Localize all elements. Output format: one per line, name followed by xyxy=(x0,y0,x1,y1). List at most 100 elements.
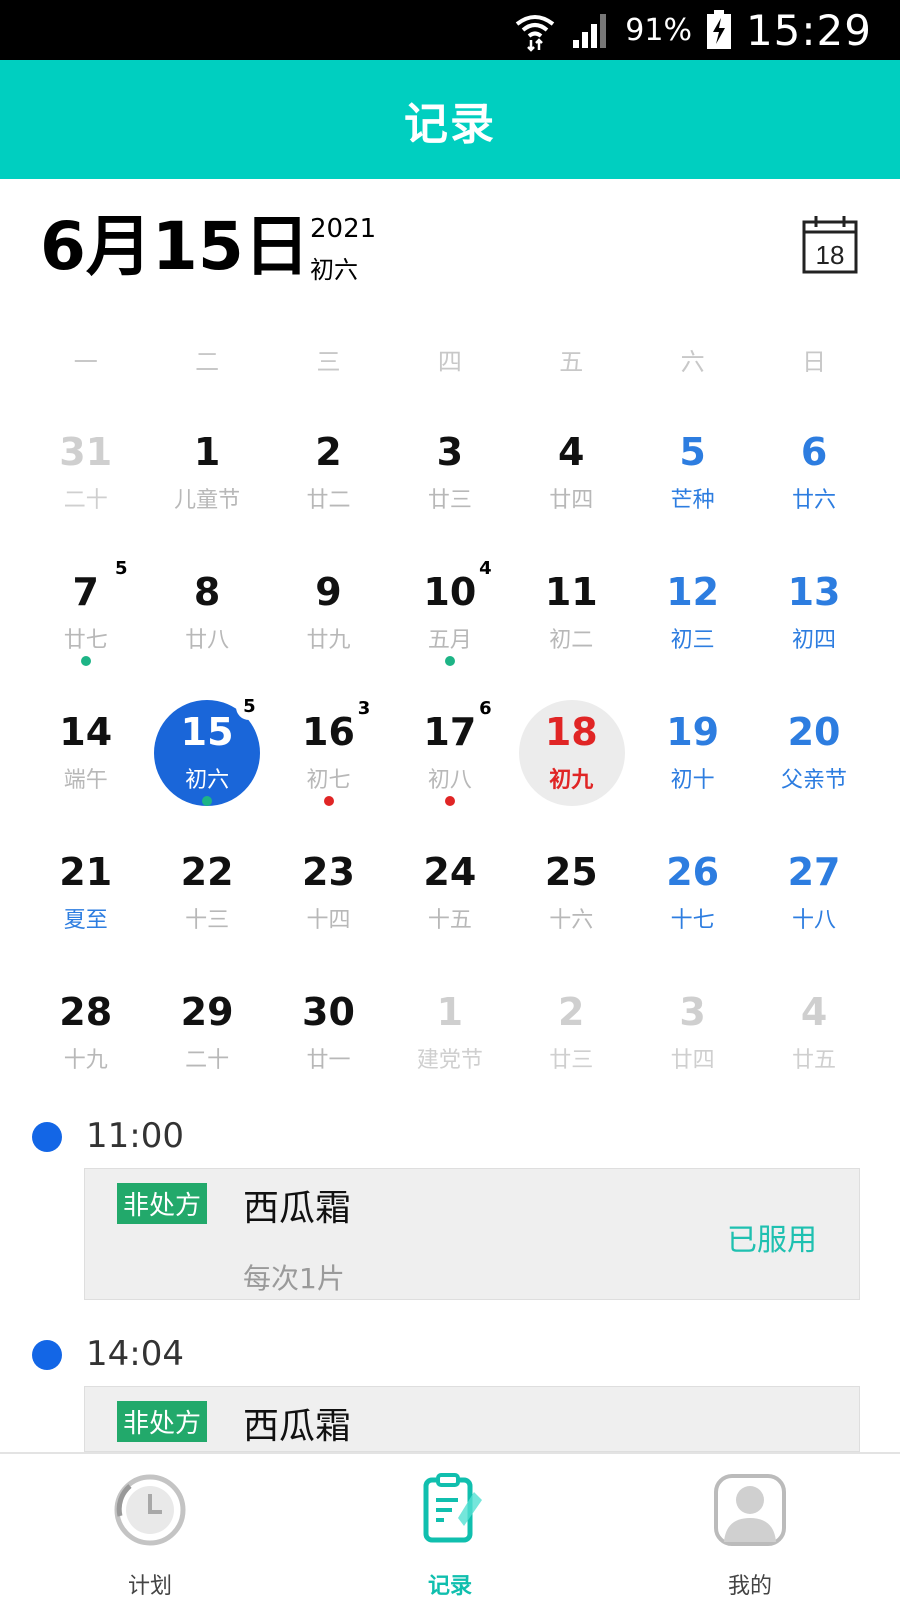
day-number: 26 xyxy=(666,850,720,894)
lunar-date: 初四 xyxy=(792,628,837,653)
nav-profile[interactable]: 我的 xyxy=(600,1454,900,1600)
calendar-day[interactable]: 8 廿八 xyxy=(146,560,267,700)
lunar-date: 十三 xyxy=(185,908,230,933)
calendar-day[interactable]: 29 二十 xyxy=(146,980,267,1120)
lunar-date: 初三 xyxy=(670,628,715,653)
calendar-day[interactable]: 27 十八 xyxy=(753,840,874,980)
day-number: 25 xyxy=(544,850,598,894)
calendar-day[interactable]: 1 建党节 xyxy=(389,980,510,1120)
dose-count-badge: 6 xyxy=(479,698,492,719)
calendar-day[interactable]: 22 十三 xyxy=(146,840,267,980)
calendar-day[interactable]: 24 十五 xyxy=(389,840,510,980)
medication-name: 西瓜霜 xyxy=(243,1188,352,1229)
calendar-day[interactable]: 10 五月 4 xyxy=(389,558,510,700)
day-number: 28 xyxy=(59,990,113,1034)
lunar-date: 初十 xyxy=(670,768,715,793)
dose-count-badge: 5 xyxy=(115,558,128,579)
calendar-day[interactable]: 20 父亲节 xyxy=(753,700,874,840)
calendar-day[interactable]: 5 芒种 xyxy=(632,420,753,560)
calendar-day[interactable]: 23 十四 xyxy=(268,840,389,980)
day-number: 20 xyxy=(787,710,841,754)
calendar-day[interactable]: 14 端午 xyxy=(25,700,146,840)
calendar-day[interactable]: 4 廿五 xyxy=(753,980,874,1120)
calendar-day[interactable]: 31 二十 xyxy=(25,420,146,560)
calendar-day[interactable]: 3 廿四 xyxy=(632,980,753,1120)
lunar-date: 廿四 xyxy=(670,1048,715,1073)
taken-status[interactable]: 已服用 xyxy=(727,1215,817,1259)
calendar-day[interactable]: 13 初四 xyxy=(753,560,874,700)
calendar-day[interactable]: 4 廿四 xyxy=(511,420,632,560)
dose-count-badge: 4 xyxy=(479,558,492,579)
day-number: 14 xyxy=(59,710,113,754)
day-number: 4 xyxy=(800,990,828,1034)
lunar-date: 十九 xyxy=(63,1048,108,1073)
calendar-day[interactable]: 28 十九 xyxy=(25,980,146,1120)
calendar-day[interactable]: 17 初八 6 xyxy=(389,698,510,840)
calendar-day[interactable]: 7 廿七 5 xyxy=(25,558,146,700)
day-number: 29 xyxy=(180,990,234,1034)
lunar-date: 夏至 xyxy=(63,908,108,933)
lunar-date: 十五 xyxy=(427,908,472,933)
day-number: 1 xyxy=(436,990,464,1034)
calendar-day[interactable]: 1 儿童节 xyxy=(146,420,267,560)
day-number: 1 xyxy=(193,430,221,474)
lunar-date: 端午 xyxy=(63,768,108,793)
calendar-day[interactable]: 9 廿九 xyxy=(268,560,389,700)
calendar-day[interactable]: 16 初七 3 xyxy=(268,698,389,840)
day-number: 19 xyxy=(666,710,720,754)
calendar-day[interactable]: 3 廿三 xyxy=(389,420,510,560)
day-number: 30 xyxy=(302,990,355,1034)
calendar-day[interactable]: 19 初十 xyxy=(632,700,753,840)
weekday-label: 四 xyxy=(437,348,462,376)
calendar-day[interactable]: 25 十六 xyxy=(511,840,632,980)
day-number: 6 xyxy=(800,430,828,474)
lunar-date: 初六 xyxy=(185,768,230,793)
lunar-date: 廿二 xyxy=(306,488,351,513)
day-number: 5 xyxy=(679,430,706,474)
bottom-nav: 计划 记录 我的 xyxy=(0,1452,900,1600)
medication-card[interactable]: 非处方 西瓜霜 xyxy=(84,1386,860,1452)
medication-dose: 每次1片 xyxy=(243,1262,345,1295)
lunar-date: 廿八 xyxy=(185,628,230,653)
lunar-date: 廿五 xyxy=(792,1048,837,1073)
calendar-week: 21 夏至 22 十三 23 十四 24 十五 25 十六 26 十七 27 十八 xyxy=(25,840,875,980)
lunar-date: 十八 xyxy=(792,908,837,933)
nav-records[interactable]: 记录 xyxy=(300,1454,600,1600)
otc-tag: 非处方 xyxy=(117,1401,208,1442)
calendar-day[interactable]: 2 廿二 xyxy=(268,420,389,560)
user-icon xyxy=(714,1474,786,1546)
calendar-day[interactable]: 18 初九 xyxy=(511,700,632,840)
svg-text:18: 18 xyxy=(816,240,845,270)
lunar-date: 廿九 xyxy=(306,628,351,653)
day-number: 12 xyxy=(666,570,720,614)
record-time: 14:04 xyxy=(86,1334,184,1374)
lunar-date: 初二 xyxy=(549,628,594,653)
selected-year: 2021 xyxy=(310,214,377,244)
nav-profile-label: 我的 xyxy=(727,1574,772,1599)
calendar-day[interactable]: 21 夏至 xyxy=(25,840,146,980)
lunar-date: 廿四 xyxy=(549,488,594,513)
lunar-date: 芒种 xyxy=(670,488,715,513)
calendar-day[interactable]: 6 廿六 xyxy=(753,420,874,560)
calendar-today-icon[interactable]: 18 xyxy=(800,214,860,276)
nav-plan[interactable]: 计划 xyxy=(0,1454,300,1600)
calendar-day[interactable]: 12 初三 xyxy=(632,560,753,700)
day-number: 22 xyxy=(180,850,234,894)
calendar-day[interactable]: 11 初二 xyxy=(511,560,632,700)
wifi-icon xyxy=(516,15,555,52)
day-number: 24 xyxy=(423,850,477,894)
lunar-date: 五月 xyxy=(427,628,472,653)
day-number: 13 xyxy=(787,570,841,614)
day-number: 3 xyxy=(436,430,464,474)
calendar-day[interactable]: 26 十七 xyxy=(632,840,753,980)
lunar-date: 初七 xyxy=(306,768,351,793)
medication-card[interactable]: 非处方 西瓜霜 每次1片 已服用 xyxy=(84,1168,860,1300)
calendar-day[interactable]: 15 初六 5 xyxy=(146,694,267,840)
calendar-day[interactable]: 30 廿一 xyxy=(268,980,389,1120)
missed-indicator-dot xyxy=(323,796,334,806)
lunar-date: 父亲节 xyxy=(781,768,848,793)
calendar-day[interactable]: 2 廿三 xyxy=(511,980,632,1120)
nav-records-label: 记录 xyxy=(427,1574,472,1599)
weekday-label: 一 xyxy=(73,348,98,376)
nav-plan-label: 计划 xyxy=(127,1574,172,1599)
